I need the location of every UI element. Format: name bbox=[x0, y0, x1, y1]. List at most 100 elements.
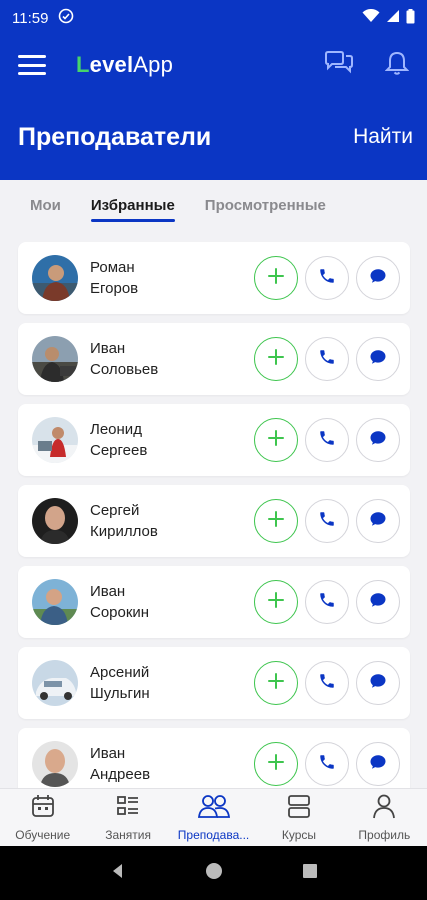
teacher-last-name: Соловьев bbox=[90, 361, 159, 378]
nav-teachers[interactable]: Преподава... bbox=[171, 789, 256, 846]
phone-icon bbox=[318, 429, 336, 452]
message-button[interactable] bbox=[356, 337, 400, 381]
teacher-card[interactable]: Арсений Шульгин bbox=[18, 647, 410, 719]
call-button[interactable] bbox=[305, 661, 349, 705]
teacher-name: Сергей Кириллов bbox=[90, 500, 158, 542]
message-button[interactable] bbox=[356, 661, 400, 705]
logo-app: App bbox=[133, 52, 174, 77]
calendar-icon bbox=[30, 793, 56, 824]
nav-label: Обучение bbox=[15, 828, 71, 842]
add-button[interactable] bbox=[254, 499, 298, 543]
call-button[interactable] bbox=[305, 337, 349, 381]
avatar bbox=[32, 336, 78, 382]
message-button[interactable] bbox=[356, 580, 400, 624]
notification-bell-icon[interactable] bbox=[384, 50, 410, 81]
system-navigation-bar bbox=[0, 846, 427, 900]
message-button[interactable] bbox=[356, 499, 400, 543]
chat-icon[interactable] bbox=[323, 50, 355, 81]
teacher-name: Иван Андреев bbox=[90, 743, 150, 785]
avatar bbox=[32, 255, 78, 301]
teacher-card[interactable]: Сергей Кириллов bbox=[18, 485, 410, 557]
bottom-navigation: Обучение Занятия Преподава... Курсы Проф… bbox=[0, 788, 427, 846]
plus-icon bbox=[267, 267, 285, 290]
profile-icon bbox=[371, 793, 397, 824]
phone-icon bbox=[318, 591, 336, 614]
people-icon bbox=[197, 793, 231, 824]
nav-profile[interactable]: Профиль bbox=[342, 789, 427, 846]
nav-lessons[interactable]: Занятия bbox=[85, 789, 170, 846]
avatar bbox=[32, 417, 78, 463]
message-icon bbox=[369, 753, 387, 776]
teacher-card[interactable]: Роман Егоров bbox=[18, 242, 410, 314]
nav-label: Занятия bbox=[105, 828, 151, 842]
logo-level: evel bbox=[89, 52, 134, 77]
teacher-last-name: Кириллов bbox=[90, 523, 158, 540]
teacher-last-name: Сорокин bbox=[90, 604, 150, 621]
nav-courses[interactable]: Курсы bbox=[256, 789, 341, 846]
add-button[interactable] bbox=[254, 256, 298, 300]
teacher-card[interactable]: Леонид Сергеев bbox=[18, 404, 410, 476]
app-logo: LevelApp bbox=[76, 52, 173, 78]
hamburger-line bbox=[18, 63, 46, 67]
teacher-name: Роман Егоров bbox=[90, 257, 138, 299]
avatar bbox=[32, 741, 78, 787]
add-button[interactable] bbox=[254, 742, 298, 786]
plus-icon bbox=[267, 753, 285, 776]
call-button[interactable] bbox=[305, 742, 349, 786]
find-button[interactable]: Найти bbox=[353, 125, 413, 149]
menu-button[interactable] bbox=[18, 55, 46, 75]
battery-icon bbox=[406, 8, 415, 28]
avatar bbox=[32, 579, 78, 625]
teacher-first-name: Леонид bbox=[90, 421, 142, 438]
call-button[interactable] bbox=[305, 499, 349, 543]
tab-viewed[interactable]: Просмотренные bbox=[205, 187, 326, 224]
nav-learning[interactable]: Обучение bbox=[0, 789, 85, 846]
tab-favorites[interactable]: Избранные bbox=[90, 187, 175, 224]
app-bar: LevelApp bbox=[0, 36, 427, 94]
back-icon[interactable] bbox=[109, 862, 127, 885]
plus-icon bbox=[267, 591, 285, 614]
plus-icon bbox=[267, 672, 285, 695]
add-button[interactable] bbox=[254, 418, 298, 462]
teacher-card[interactable]: Иван Соловьев bbox=[18, 323, 410, 395]
teacher-list: Роман Егоров Иван Соловьев Леонид Сергее… bbox=[0, 230, 427, 788]
message-icon bbox=[369, 510, 387, 533]
teacher-first-name: Иван bbox=[90, 583, 126, 600]
recents-icon[interactable] bbox=[302, 863, 318, 884]
message-icon bbox=[369, 672, 387, 695]
hamburger-line bbox=[18, 72, 46, 75]
message-button[interactable] bbox=[356, 256, 400, 300]
message-button[interactable] bbox=[356, 418, 400, 462]
teacher-name: Леонид Сергеев bbox=[90, 419, 147, 461]
call-button[interactable] bbox=[305, 256, 349, 300]
signal-icon bbox=[386, 9, 400, 27]
nav-label: Курсы bbox=[281, 828, 316, 842]
title-bar: Преподаватели Найти bbox=[0, 94, 427, 180]
message-button[interactable] bbox=[356, 742, 400, 786]
sync-status-icon bbox=[58, 8, 74, 28]
plus-icon bbox=[267, 510, 285, 533]
wifi-icon bbox=[362, 8, 380, 27]
call-button[interactable] bbox=[305, 418, 349, 462]
add-button[interactable] bbox=[254, 580, 298, 624]
teacher-card[interactable]: Иван Андреев bbox=[18, 728, 410, 788]
avatar bbox=[32, 498, 78, 544]
logo-l: L bbox=[76, 52, 90, 77]
phone-icon bbox=[318, 753, 336, 776]
teacher-last-name: Шульгин bbox=[90, 685, 150, 702]
teacher-last-name: Сергеев bbox=[90, 442, 148, 459]
plus-icon bbox=[267, 429, 285, 452]
tab-my[interactable]: Мои bbox=[30, 187, 61, 224]
tabs-bar: Мои Избранные Просмотренные bbox=[0, 180, 427, 230]
add-button[interactable] bbox=[254, 337, 298, 381]
status-bar: 11:59 bbox=[0, 0, 427, 36]
home-icon[interactable] bbox=[205, 862, 223, 885]
message-icon bbox=[369, 267, 387, 290]
phone-icon bbox=[318, 510, 336, 533]
teacher-first-name: Иван bbox=[90, 745, 126, 762]
teacher-card[interactable]: Иван Сорокин bbox=[18, 566, 410, 638]
call-button[interactable] bbox=[305, 580, 349, 624]
add-button[interactable] bbox=[254, 661, 298, 705]
message-icon bbox=[369, 429, 387, 452]
plus-icon bbox=[267, 348, 285, 371]
